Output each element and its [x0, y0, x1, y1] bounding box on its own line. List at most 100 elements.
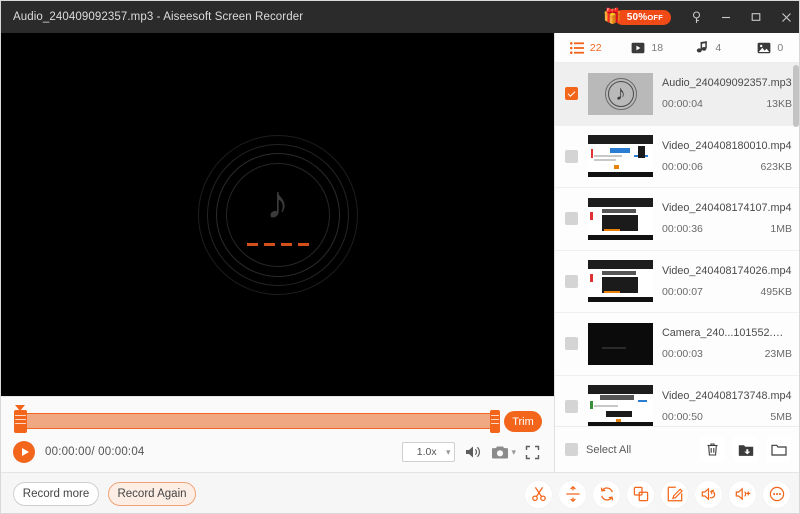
file-size: 5MB	[770, 411, 792, 423]
audio-artwork: ♪	[198, 135, 358, 295]
select-all-box[interactable]	[565, 443, 578, 456]
music-note-icon: ♪	[266, 179, 289, 225]
tab-all[interactable]: 22	[555, 33, 617, 63]
file-checkbox[interactable]	[565, 212, 578, 225]
trim-tool[interactable]	[525, 481, 552, 508]
file-sub: 00:00:06 623KB	[662, 161, 792, 173]
record-more-button[interactable]: Record more	[13, 482, 99, 506]
list-item[interactable]: Camera_240...101552.mp4 00:00:03 23MB	[555, 313, 800, 376]
file-name: Video_240408180010.mp4	[662, 140, 792, 152]
list-scrollbar[interactable]	[793, 65, 799, 396]
tab-audio[interactable]: 4	[678, 33, 740, 63]
file-duration: 00:00:03	[662, 348, 703, 360]
split-icon	[565, 486, 581, 502]
timeline-track[interactable]	[23, 413, 493, 429]
chevron-down-icon[interactable]: ▾	[511, 447, 516, 458]
snapshot-group[interactable]: ▾	[491, 445, 516, 460]
select-all-checkbox[interactable]: Select All	[565, 443, 631, 456]
rotate-tool[interactable]	[593, 481, 620, 508]
list-item[interactable]: Video_240408174107.mp4 00:00:36 1MB	[555, 188, 800, 251]
playback-right-controls: 1.0x ▾	[402, 442, 540, 462]
trim-handle-right[interactable]	[490, 410, 500, 433]
key-icon[interactable]	[681, 1, 711, 33]
thumbnail-image	[588, 135, 653, 177]
file-meta: Video_240408180010.mp4 00:00:06 623KB	[662, 140, 800, 173]
tab-video-count: 18	[651, 42, 663, 54]
trim-handle-left[interactable]	[14, 410, 27, 433]
list-item[interactable]: ♪ Audio_240409092357.mp3 00:00:04 13KB	[555, 63, 800, 126]
file-size: 1MB	[770, 223, 792, 235]
editing-tools	[525, 481, 790, 508]
music-icon	[696, 41, 709, 54]
file-thumbnail	[588, 135, 653, 177]
folder-open-icon[interactable]	[766, 437, 791, 462]
tab-image[interactable]: 0	[740, 33, 800, 63]
camera-icon[interactable]	[491, 445, 509, 460]
file-checkbox[interactable]	[565, 400, 578, 413]
rotate-icon	[599, 486, 615, 502]
edit-tool[interactable]	[661, 481, 688, 508]
list-item[interactable]: Video_240408173748.mp4 00:00:50 5MB	[555, 376, 800, 427]
playback-controls: Trim 00:00:00/ 00:00:04 1.0x ▾	[1, 396, 554, 472]
file-checkbox[interactable]	[565, 275, 578, 288]
title-bar: Audio_240409092357.mp3 - Aiseesoft Scree…	[1, 1, 800, 33]
promo-banner[interactable]: 🎁 50%OFF	[603, 10, 671, 25]
speed-value: 1.0x	[407, 446, 445, 458]
app-window: Audio_240409092357.mp3 - Aiseesoft Scree…	[0, 0, 800, 514]
file-thumbnail	[588, 260, 653, 302]
video-icon	[631, 42, 645, 54]
tab-video[interactable]: 18	[617, 33, 679, 63]
merge-tool[interactable]	[627, 481, 654, 508]
maximize-icon[interactable]	[741, 1, 771, 33]
file-name: Camera_240...101552.mp4	[662, 327, 792, 339]
speaker-effect-icon	[701, 486, 717, 502]
file-size: 623KB	[760, 161, 792, 173]
file-list[interactable]: ♪ Audio_240409092357.mp3 00:00:04 13KB	[555, 63, 800, 426]
scrollbar-thumb[interactable]	[793, 65, 799, 127]
record-again-button[interactable]: Record Again	[108, 482, 196, 506]
more-dots-icon	[769, 486, 785, 502]
folder-export-icon[interactable]	[733, 437, 758, 462]
play-icon[interactable]	[13, 441, 35, 463]
more-options-tool[interactable]	[763, 481, 790, 508]
trim-button[interactable]: Trim	[504, 411, 542, 432]
media-preview[interactable]: ♪	[1, 33, 554, 396]
gift-icon: 🎁	[603, 9, 622, 24]
split-tool[interactable]	[559, 481, 586, 508]
file-checkbox[interactable]	[565, 87, 578, 100]
edit-pencil-icon	[667, 486, 683, 502]
minimize-icon[interactable]	[711, 1, 741, 33]
waveform-dash	[281, 243, 292, 246]
file-name: Video_240408174026.mp4	[662, 265, 792, 277]
file-duration: 00:00:07	[662, 286, 703, 298]
volume-boost-tool[interactable]	[729, 481, 756, 508]
file-panel: 22 18 4	[554, 33, 800, 472]
volume-icon[interactable]	[464, 444, 482, 460]
panel-footer: Select All	[555, 426, 800, 472]
list-icon	[570, 42, 584, 54]
file-size: 23MB	[765, 348, 792, 360]
chevron-down-icon: ▾	[446, 447, 451, 458]
file-meta: Audio_240409092357.mp3 00:00:04 13KB	[662, 77, 800, 110]
list-item[interactable]: Video_240408174026.mp4 00:00:07 495KB	[555, 251, 800, 314]
file-thumbnail	[588, 198, 653, 240]
file-thumbnail: ♪	[588, 73, 653, 115]
close-icon[interactable]	[771, 1, 800, 33]
thumbnail-image	[588, 385, 653, 426]
file-sub: 00:00:07 495KB	[662, 286, 792, 298]
fullscreen-icon[interactable]	[525, 445, 540, 460]
bottom-toolbar: Record more Record Again	[1, 472, 800, 514]
file-meta: Video_240408173748.mp4 00:00:50 5MB	[662, 390, 800, 423]
file-name: Video_240408173748.mp4	[662, 390, 792, 402]
trash-icon[interactable]	[700, 437, 725, 462]
waveform-dash	[264, 243, 275, 246]
file-duration: 00:00:36	[662, 223, 703, 235]
file-checkbox[interactable]	[565, 150, 578, 163]
waveform-dash	[247, 243, 258, 246]
list-item[interactable]: Video_240408180010.mp4 00:00:06 623KB	[555, 126, 800, 189]
playhead-marker[interactable]	[15, 405, 25, 411]
file-name: Audio_240409092357.mp3	[662, 77, 792, 89]
file-checkbox[interactable]	[565, 337, 578, 350]
audio-effect-tool[interactable]	[695, 481, 722, 508]
speed-select[interactable]: 1.0x ▾	[402, 442, 455, 462]
